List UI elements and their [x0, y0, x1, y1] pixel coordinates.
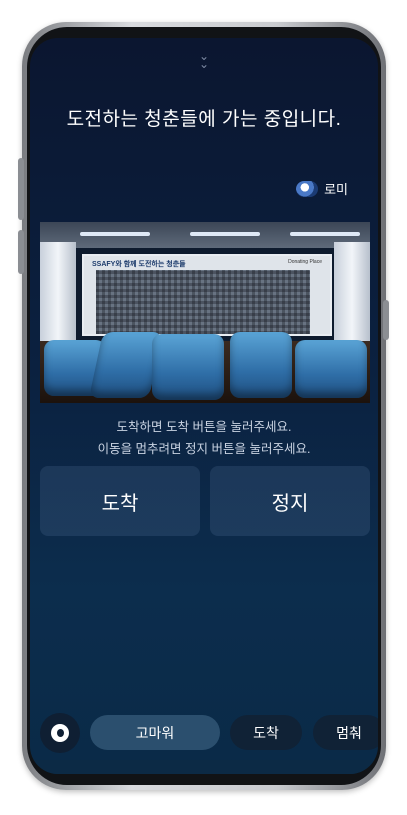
instruction-line: 이동을 멈추려면 정지 버튼을 눌러주세요.: [97, 442, 311, 456]
navigation-status-title: 도전하는 청춘들에 가는 중입니다.: [66, 109, 342, 130]
photo-ceiling: [40, 222, 370, 248]
bixby-screen: ⌄ ⌄ 도전하는 청춘들에 가는 중입니다. 로미 SSAFY와 함께 도전하는 …: [30, 38, 378, 774]
power-button: [383, 300, 389, 340]
photo-pillar: [334, 242, 370, 352]
arrive-button[interactable]: 도착: [40, 466, 200, 536]
bixby-hardware-button: [18, 230, 24, 274]
destination-photo: SSAFY와 함께 도전하는 청춘들 Donating Place: [40, 222, 370, 403]
bottom-strip: [30, 760, 378, 774]
user-badge: 로미: [296, 179, 348, 198]
seat-letter: [295, 340, 367, 398]
instructions: 도착하면 도착 버튼을 눌러주세요. 이동을 멈추려면 정지 버튼을 눌러주세요…: [30, 416, 378, 460]
user-name: 로미: [324, 182, 348, 197]
seat-letter: [152, 334, 224, 400]
bixby-icon[interactable]: [40, 713, 80, 753]
instruction-line: 도착하면 도착 버튼을 눌러주세요.: [116, 420, 292, 434]
seat-letter: [230, 332, 292, 398]
suggestion-chip-stop[interactable]: 멈춰: [313, 715, 378, 750]
ceiling-light: [80, 232, 150, 236]
collapse-chevron-icon[interactable]: ⌄ ⌄: [30, 50, 378, 70]
ceiling-light: [290, 232, 360, 236]
wall-heading: SSAFY와 함께 도전하는 청춘들: [92, 261, 186, 268]
photo-pillar: [40, 242, 76, 352]
ceiling-light: [190, 232, 260, 236]
stop-button[interactable]: 정지: [210, 466, 370, 536]
avatar: [296, 180, 319, 197]
volume-button: [18, 158, 24, 220]
photo-wall: SSAFY와 함께 도전하는 청춘들 Donating Place: [82, 254, 332, 336]
wall-mosaic: [96, 270, 310, 334]
wall-note: Donating Place: [288, 259, 322, 265]
suggestion-dock: 고마워 도착 멈춰: [30, 710, 378, 754]
suggestion-chip-arrive[interactable]: 도착: [230, 715, 302, 750]
suggestion-chip-thanks[interactable]: 고마워: [90, 715, 220, 750]
